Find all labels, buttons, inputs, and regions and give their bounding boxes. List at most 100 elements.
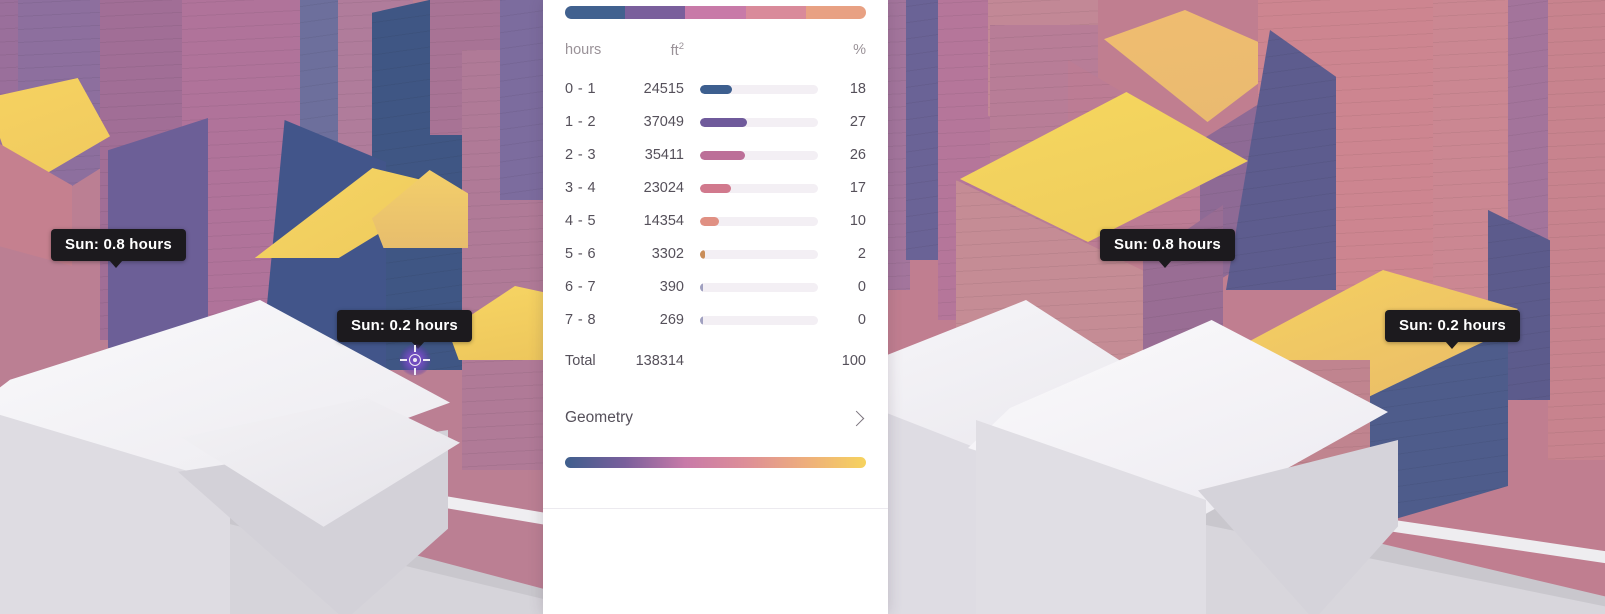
chevron-right-icon[interactable] — [848, 410, 865, 427]
cell-percent: 0 — [857, 312, 866, 329]
cell-hours-range: 6 - 7 — [565, 279, 597, 296]
viewport-left-3d-scene[interactable] — [0, 0, 556, 614]
cell-hours-range: 0 - 1 — [565, 81, 597, 98]
cell-bar — [684, 304, 832, 337]
panel-divider — [543, 508, 888, 509]
table-total-row: Total 138314 100 — [565, 337, 866, 378]
column-header-percent: % — [853, 41, 866, 58]
bar-track — [700, 183, 818, 193]
crosshair-cursor-icon — [399, 344, 431, 376]
cursor-tick-bottom — [414, 368, 417, 375]
table-row[interactable]: 3 - 4 23024 17 — [565, 172, 866, 205]
cell-area: 24515 — [643, 81, 684, 98]
sun-hours-tooltip: Sun: 0.8 hours — [1100, 229, 1235, 268]
sunlight-results-panel: hours ft2 % 0 - 1 24515 18 1 - 2 37049 27 2 - … — [543, 0, 888, 614]
table-row[interactable]: 7 - 8 269 0 — [565, 304, 866, 337]
legend-segment — [625, 6, 686, 19]
cursor-dot — [413, 358, 417, 362]
cursor-tick-right — [423, 359, 430, 362]
bar-track — [700, 315, 818, 325]
table-header-row: hours ft2 % — [565, 41, 866, 73]
cell-bar — [684, 271, 832, 304]
cell-area: 390 — [659, 279, 684, 296]
cursor-tick-top — [414, 345, 417, 352]
cell-area: 37049 — [643, 114, 684, 131]
cell-bar — [684, 106, 832, 139]
cell-area: 23024 — [643, 180, 684, 197]
legend-segment — [805, 6, 866, 19]
bar-track — [700, 282, 818, 292]
cell-bar — [684, 139, 832, 172]
column-header-area: ft2 — [616, 41, 684, 73]
cell-hours-range: 3 - 4 — [565, 180, 597, 197]
table-row[interactable]: 1 - 2 37049 27 — [565, 106, 866, 139]
scene-left-geometry — [0, 0, 556, 614]
bar-fill — [700, 150, 745, 160]
cursor-tick-left — [400, 359, 407, 362]
scene-right-geometry — [888, 0, 1605, 614]
cell-percent: 18 — [849, 81, 866, 98]
table-row[interactable]: 2 - 3 35411 26 — [565, 139, 866, 172]
cell-bar — [684, 205, 832, 238]
cell-percent: 26 — [849, 147, 866, 164]
table-row[interactable]: 6 - 7 390 0 — [565, 271, 866, 304]
geometry-row[interactable]: Geometry — [565, 409, 866, 427]
column-header-bar — [684, 41, 832, 73]
cell-total-label: Total — [565, 352, 596, 369]
cell-area: 3302 — [651, 246, 684, 263]
sunlight-analysis-app: Sun: 0.8 hours Sun: 0.2 hours Sun: 0.8 h… — [0, 0, 1605, 614]
cell-area: 269 — [659, 312, 684, 329]
cell-percent: 27 — [849, 114, 866, 131]
bar-track — [700, 216, 818, 226]
building-face — [1548, 0, 1605, 460]
table-body: 0 - 1 24515 18 1 - 2 37049 27 2 - 3 35411 26 3 - … — [565, 73, 866, 378]
legend-color-gradient-bottom — [565, 457, 866, 469]
sun-hours-tooltip: Sun: 0.2 hours — [1385, 310, 1520, 349]
sun-hours-tooltip: Sun: 0.2 hours — [337, 310, 472, 349]
table-row[interactable]: 5 - 6 3302 2 — [565, 238, 866, 271]
cell-hours-range: 2 - 3 — [565, 147, 597, 164]
cell-bar — [684, 73, 832, 106]
bar-track — [700, 84, 818, 94]
cell-bar — [684, 172, 832, 205]
column-header-hours: hours — [565, 41, 602, 58]
bar-fill — [700, 183, 731, 193]
cell-hours-range: 7 - 8 — [565, 312, 597, 329]
cell-total-area: 138314 — [635, 352, 684, 369]
legend-segment — [565, 6, 626, 19]
bar-fill — [700, 216, 719, 226]
legend-color-scale-top — [565, 6, 866, 19]
sunlight-histogram-table: hours ft2 % 0 - 1 24515 18 1 - 2 37049 27 2 - … — [565, 41, 866, 377]
cell-percent: 10 — [849, 213, 866, 230]
cell-percent: 17 — [849, 180, 866, 197]
bar-fill — [700, 84, 732, 94]
bar-fill — [700, 117, 748, 127]
cell-total-bar — [684, 337, 832, 378]
table-header: hours ft2 % — [565, 41, 866, 73]
bar-fill — [700, 315, 703, 325]
bar-fill — [700, 249, 705, 259]
cell-percent: 0 — [857, 279, 866, 296]
bar-fill — [700, 282, 703, 292]
cell-percent: 2 — [857, 246, 866, 263]
legend-segment — [685, 6, 746, 19]
legend-segment — [745, 6, 806, 19]
table-row[interactable]: 0 - 1 24515 18 — [565, 73, 866, 106]
bar-track — [700, 249, 818, 259]
cell-hours-range: 5 - 6 — [565, 246, 597, 263]
geometry-label: Geometry — [565, 409, 634, 427]
bar-track — [700, 150, 818, 160]
table-row[interactable]: 4 - 5 14354 10 — [565, 205, 866, 238]
cell-hours-range: 1 - 2 — [565, 114, 597, 131]
cell-hours-range: 4 - 5 — [565, 213, 597, 230]
cell-bar — [684, 238, 832, 271]
cell-area: 35411 — [644, 147, 684, 164]
cell-total-percent: 100 — [841, 352, 866, 369]
viewport-right-3d-scene[interactable] — [888, 0, 1605, 614]
panel-body: hours ft2 % 0 - 1 24515 18 1 - 2 37049 27 2 - … — [543, 6, 888, 469]
bar-track — [700, 117, 818, 127]
column-header-area-label: ft — [670, 42, 679, 59]
cell-area: 14354 — [643, 213, 684, 230]
sun-hours-tooltip: Sun: 0.8 hours — [51, 229, 186, 268]
column-header-area-exponent: 2 — [678, 41, 684, 52]
